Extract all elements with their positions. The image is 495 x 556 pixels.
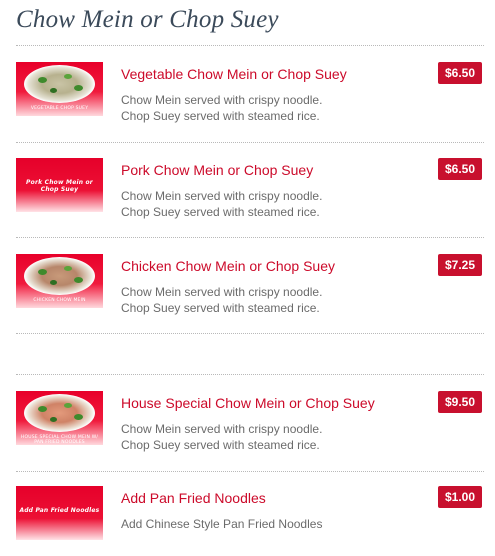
thumbnail-caption: CHICKEN CHOW MEIN — [33, 298, 86, 303]
divider — [16, 471, 484, 472]
menu-item-house-special[interactable]: HOUSE SPECIAL CHOW MEIN W/ PAN FRIED NOO… — [16, 391, 484, 461]
plate-image — [24, 65, 95, 103]
thumbnail-caption: HOUSE SPECIAL CHOW MEIN W/ PAN FRIED NOO… — [20, 435, 99, 445]
menu-item-pan-fried-noodles[interactable]: Add Pan Fried Noodles Add Pan Fried Nood… — [16, 486, 484, 556]
item-description: Chow Mein served with crispy noodle. Cho… — [121, 421, 322, 453]
divider — [16, 45, 484, 46]
item-thumbnail[interactable]: CHICKEN CHOW MEIN — [16, 254, 103, 308]
description-line: Chow Mein served with crispy noodle. — [121, 422, 323, 436]
item-thumbnail[interactable]: Pork Chow Mein or Chop Suey — [16, 158, 103, 212]
description-line: Chow Mein served with crispy noodle. — [121, 93, 323, 107]
item-name[interactable]: Add Pan Fried Noodles — [121, 490, 266, 506]
item-name[interactable]: Pork Chow Mein or Chop Suey — [121, 162, 313, 178]
description-line: Chow Mein served with crispy noodle. — [121, 285, 323, 299]
price-badge: $7.25 — [438, 254, 482, 276]
item-thumbnail[interactable]: Add Pan Fried Noodles — [16, 486, 103, 540]
thumbnail-caption: VEGETABLE CHOP SUEY — [30, 106, 89, 111]
item-thumbnail[interactable]: HOUSE SPECIAL CHOW MEIN W/ PAN FRIED NOO… — [16, 391, 103, 445]
price-badge: $1.00 — [438, 486, 482, 508]
item-name[interactable]: Vegetable Chow Mein or Chop Suey — [121, 66, 347, 82]
item-description: Add Chinese Style Pan Fried Noodles — [121, 516, 322, 532]
divider — [16, 374, 484, 375]
item-description: Chow Mein served with crispy noodle. Cho… — [121, 188, 322, 220]
description-line: Chop Suey served with steamed rice. — [121, 301, 320, 315]
item-description: Chow Mein served with crispy noodle. Cho… — [121, 284, 322, 316]
divider — [16, 333, 484, 334]
plate-image — [24, 257, 95, 295]
price-badge: $6.50 — [438, 62, 482, 84]
price-badge: $6.50 — [438, 158, 482, 180]
menu-item-pork[interactable]: Pork Chow Mein or Chop Suey Pork Chow Me… — [16, 158, 484, 228]
price-badge: $9.50 — [438, 391, 482, 413]
thumbnail-caption: Pork Chow Mein or Chop Suey — [26, 179, 93, 193]
description-line: Chop Suey served with steamed rice. — [121, 109, 320, 123]
description-line: Add Chinese Style Pan Fried Noodles — [121, 517, 323, 531]
thumbnail-caption: Add Pan Fried Noodles — [19, 507, 100, 514]
menu-item-vegetable[interactable]: VEGETABLE CHOP SUEY Vegetable Chow Mein … — [16, 62, 484, 132]
description-line: Chop Suey served with steamed rice. — [121, 205, 320, 219]
section-title: Chow Mein or Chop Suey — [16, 6, 279, 33]
divider — [16, 237, 484, 238]
item-name[interactable]: Chicken Chow Mein or Chop Suey — [121, 258, 335, 274]
item-thumbnail[interactable]: VEGETABLE CHOP SUEY — [16, 62, 103, 116]
description-line: Chop Suey served with steamed rice. — [121, 438, 320, 452]
item-name[interactable]: House Special Chow Mein or Chop Suey — [121, 395, 375, 411]
description-line: Chow Mein served with crispy noodle. — [121, 189, 323, 203]
plate-image — [24, 394, 95, 432]
divider — [16, 142, 484, 143]
menu-item-chicken[interactable]: CHICKEN CHOW MEIN Chicken Chow Mein or C… — [16, 254, 484, 324]
item-description: Chow Mein served with crispy noodle. Cho… — [121, 92, 322, 124]
